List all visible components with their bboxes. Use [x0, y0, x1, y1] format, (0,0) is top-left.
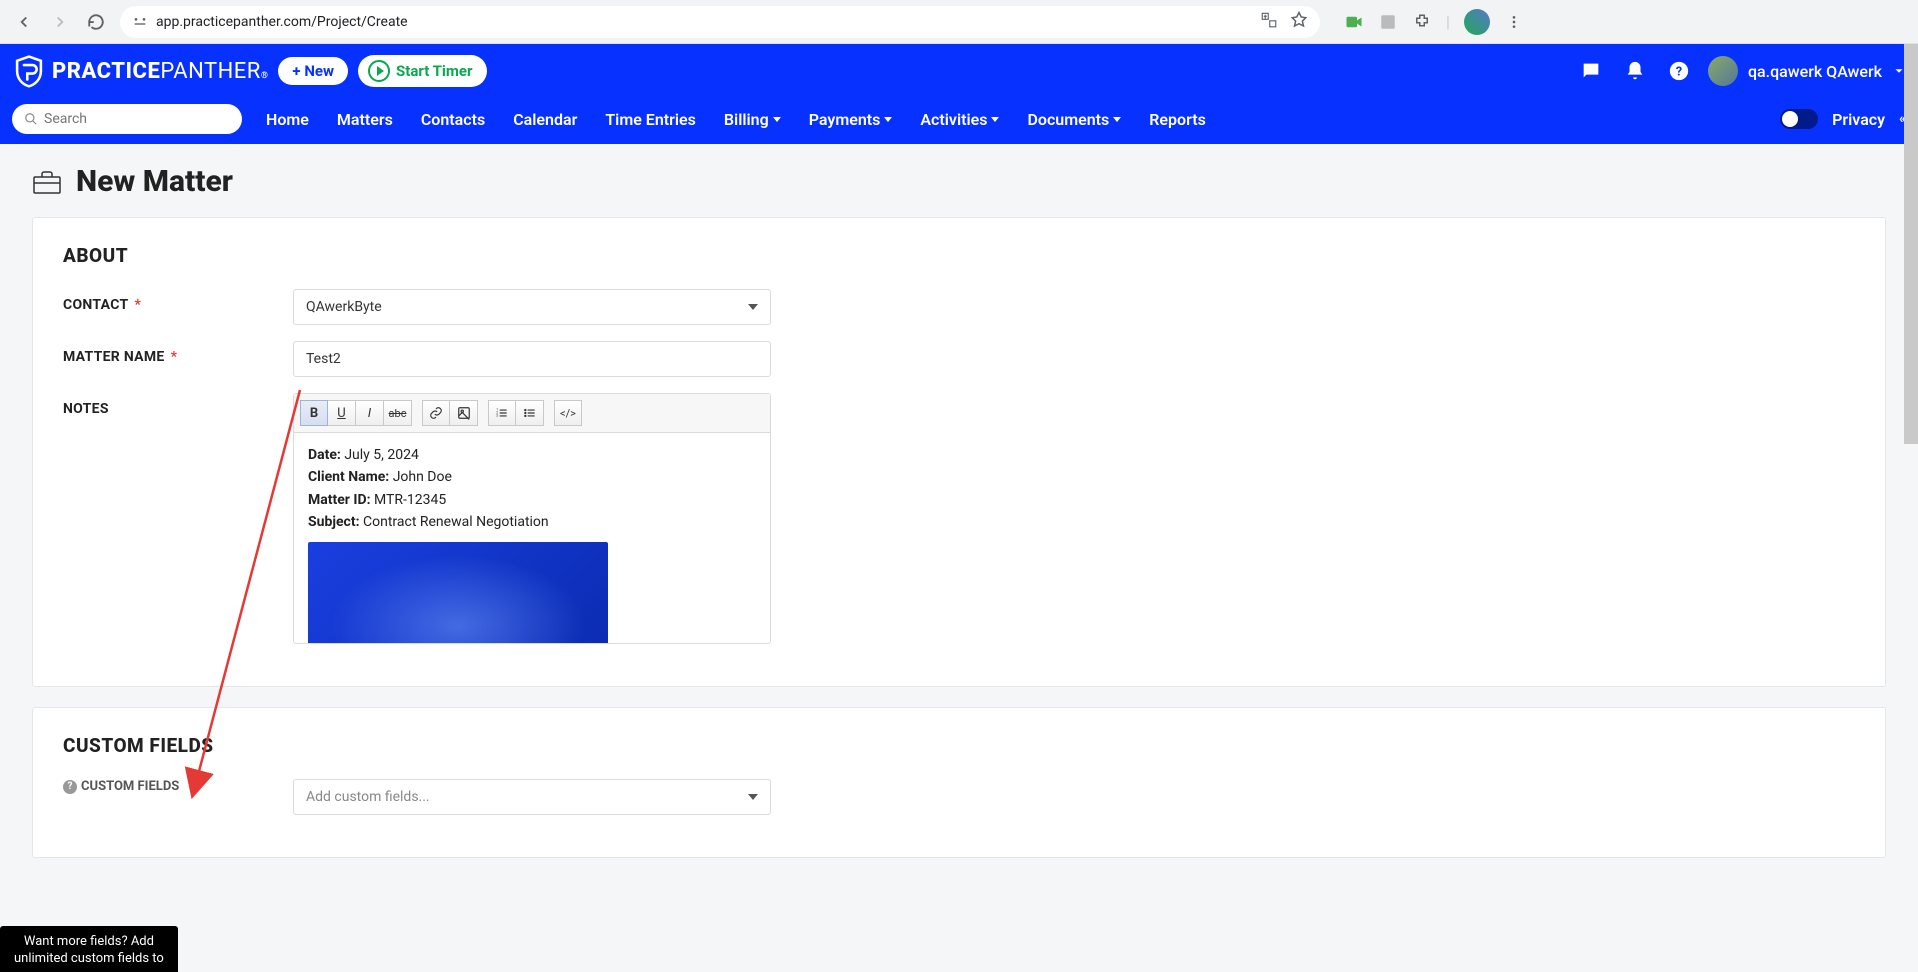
translate-icon[interactable]: [1260, 11, 1278, 33]
chevron-down-icon: [884, 117, 892, 122]
new-button[interactable]: + New: [278, 57, 348, 85]
about-section-title: ABOUT: [63, 244, 1855, 267]
svg-text:?: ?: [1676, 65, 1682, 80]
custom-fields-tooltip: Want more fields? Add unlimited custom f…: [0, 926, 178, 972]
nav-payments[interactable]: Payments: [809, 110, 893, 129]
nav-reports[interactable]: Reports: [1149, 110, 1206, 129]
rte-bold-button[interactable]: B: [300, 400, 328, 426]
nav-contacts[interactable]: Contacts: [421, 110, 485, 129]
back-button[interactable]: [12, 10, 36, 34]
chat-icon[interactable]: [1580, 60, 1602, 82]
matter-name-label: MATTER NAME*: [63, 341, 293, 365]
search-icon: [24, 112, 38, 126]
help-icon[interactable]: ?: [1668, 60, 1690, 82]
notes-editor: B U I abc: [293, 393, 771, 644]
rte-underline-button[interactable]: U: [328, 400, 356, 426]
main-nav: Home Matters Contacts Calendar Time Entr…: [266, 110, 1206, 129]
page-title: New Matter: [76, 164, 233, 199]
custom-fields-row: ? CUSTOM FIELDS Add custom fields...: [63, 779, 1855, 815]
url-bar[interactable]: app.practicepanther.com/Project/Create: [120, 6, 1320, 38]
contact-row: CONTACT* QAwerkByte: [63, 289, 1855, 325]
page-content: New Matter ABOUT CONTACT* QAwerkByte MAT…: [0, 144, 1918, 958]
chevron-down-icon: [1113, 117, 1121, 122]
chrome-right-icons: |: [1344, 9, 1524, 35]
nav-documents[interactable]: Documents: [1027, 110, 1121, 129]
chevron-down-icon: [748, 304, 758, 310]
about-card: ABOUT CONTACT* QAwerkByte MATTER NAME*: [32, 217, 1886, 687]
svg-text:3: 3: [496, 414, 498, 418]
note-embedded-image[interactable]: [308, 542, 608, 643]
custom-fields-card: CUSTOM FIELDS ? CUSTOM FIELDS Add custom…: [32, 707, 1886, 858]
logo-shield-icon: [12, 54, 46, 88]
logo[interactable]: PRACTICEPANTHER®: [12, 54, 268, 88]
matter-name-row: MATTER NAME*: [63, 341, 1855, 377]
nav-home[interactable]: Home: [266, 110, 309, 129]
unordered-list-icon: [523, 406, 537, 420]
rte-italic-button[interactable]: I: [356, 400, 384, 426]
custom-fields-sublabel: ? CUSTOM FIELDS: [63, 779, 293, 794]
rte-ol-button[interactable]: 123: [488, 400, 516, 426]
rte-ul-button[interactable]: [516, 400, 544, 426]
nav-billing[interactable]: Billing: [724, 110, 781, 129]
user-avatar: [1708, 56, 1738, 86]
browser-chrome: app.practicepanther.com/Project/Create |: [0, 0, 1918, 44]
help-circle-icon[interactable]: ?: [63, 780, 77, 794]
user-name: qa.qawerk QAwerk: [1748, 62, 1882, 81]
link-icon: [429, 406, 443, 420]
profile-avatar[interactable]: [1464, 9, 1490, 35]
chrome-menu-icon[interactable]: [1504, 12, 1524, 32]
search-box[interactable]: [12, 104, 242, 134]
matter-name-input[interactable]: [293, 341, 771, 377]
rte-strike-button[interactable]: abc: [384, 400, 412, 426]
contact-value: QAwerkByte: [306, 299, 382, 315]
logo-text: PRACTICEPANTHER®: [52, 59, 268, 84]
rte-link-button[interactable]: [422, 400, 450, 426]
search-input[interactable]: [44, 111, 230, 127]
site-settings-icon[interactable]: [132, 14, 148, 30]
bell-icon[interactable]: [1624, 60, 1646, 82]
ordered-list-icon: 123: [495, 406, 509, 420]
rte-source-button[interactable]: </>: [554, 400, 582, 426]
play-icon: [368, 60, 390, 82]
nav-calendar[interactable]: Calendar: [513, 110, 577, 129]
nav-time-entries[interactable]: Time Entries: [605, 110, 696, 129]
notes-row: NOTES B U I abc: [63, 393, 1855, 644]
nav-matters[interactable]: Matters: [337, 110, 393, 129]
privacy-toggle[interactable]: [1780, 109, 1818, 129]
image-icon: [457, 406, 471, 420]
reload-button[interactable]: [84, 10, 108, 34]
extensions-icon[interactable]: [1412, 12, 1432, 32]
rte-toolbar: B U I abc: [294, 394, 770, 433]
notes-label: NOTES: [63, 393, 293, 417]
chevron-down-icon: [991, 117, 999, 122]
custom-fields-placeholder: Add custom fields...: [306, 789, 430, 805]
extension-camera-icon[interactable]: [1344, 12, 1364, 32]
forward-button[interactable]: [48, 10, 72, 34]
chevron-down-icon: [748, 794, 758, 800]
rte-image-button[interactable]: [450, 400, 478, 426]
user-menu[interactable]: qa.qawerk QAwerk: [1708, 56, 1906, 86]
chevron-down-icon: [773, 117, 781, 122]
contact-label: CONTACT*: [63, 289, 293, 313]
app-header: PRACTICEPANTHER® + New Start Timer ? qa.…: [0, 44, 1918, 144]
custom-fields-select[interactable]: Add custom fields...: [293, 779, 771, 815]
page-scrollbar[interactable]: [1904, 44, 1918, 444]
page-title-row: New Matter: [32, 164, 1886, 199]
nav-activities[interactable]: Activities: [920, 110, 999, 129]
briefcase-icon: [32, 169, 62, 195]
privacy-label: Privacy: [1832, 110, 1885, 129]
contact-select[interactable]: QAwerkByte: [293, 289, 771, 325]
bookmark-icon[interactable]: [1290, 11, 1308, 33]
url-text: app.practicepanther.com/Project/Create: [156, 14, 408, 30]
extension-generic-icon[interactable]: [1378, 12, 1398, 32]
notes-textarea[interactable]: Date: July 5, 2024 Client Name: John Doe…: [294, 433, 770, 643]
start-timer-button[interactable]: Start Timer: [358, 55, 486, 87]
custom-fields-title: CUSTOM FIELDS: [63, 734, 1855, 757]
